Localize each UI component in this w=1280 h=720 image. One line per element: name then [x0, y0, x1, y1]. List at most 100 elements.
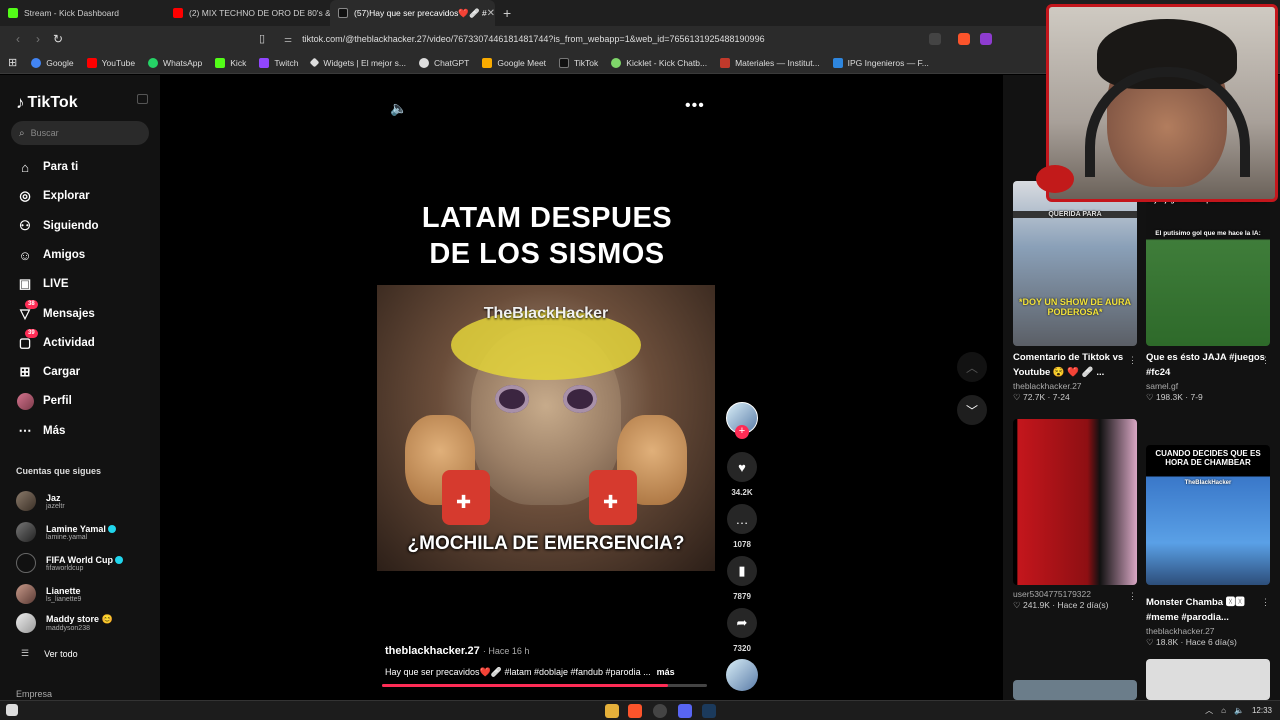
nav-cargar[interactable]: ⊞ Cargar	[16, 361, 81, 383]
following-account-lianette[interactable]: Lianette ls_lianette9	[16, 581, 81, 607]
tray-chevron-icon[interactable]: ︿	[1205, 705, 1213, 716]
previous-video-button[interactable]: ︿	[957, 352, 987, 382]
related-video-card[interactable]	[1146, 659, 1270, 700]
video-author[interactable]: theblackhacker.27 · Hace 16 h	[385, 645, 529, 657]
card-options-icon[interactable]: ⋮	[1128, 591, 1137, 602]
back-icon[interactable]: ‹	[8, 32, 28, 46]
save-button[interactable]: ▮	[727, 556, 757, 586]
bookmark-google[interactable]: Google	[31, 57, 74, 68]
brave-rewards-icon[interactable]	[980, 33, 992, 45]
search-input[interactable]: ⌕ Buscar	[11, 121, 149, 145]
file-explorer-icon[interactable]	[605, 704, 619, 718]
following-account-lamine[interactable]: Lamine Yamal lamine.yamal	[16, 519, 116, 545]
tab-tiktok-video[interactable]: (57)Hay que ser precavidos❤️🩹 # ✕	[330, 0, 495, 26]
related-video-card[interactable]: QUERIDA PARA *DOY UN SHOW DE AURA PODERO…	[1013, 181, 1137, 403]
reload-icon[interactable]: ↻	[48, 32, 68, 46]
music-disc-avatar[interactable]	[726, 659, 758, 691]
discord-icon[interactable]	[678, 704, 692, 718]
comment-button[interactable]: …	[727, 504, 757, 534]
video-user[interactable]: theblackhacker.27	[1013, 381, 1137, 391]
following-account-fifa[interactable]: FIFA World Cup fifaworldcup	[16, 550, 123, 576]
youtube-favicon-icon	[173, 8, 183, 18]
bookmark-ipg[interactable]: IPG Ingenieros — F...	[832, 57, 929, 68]
collapse-sidebar-icon[interactable]	[137, 94, 148, 104]
tab-youtube-mix[interactable]: (2) MIX TECHNO DE ORO DE 80's & 90'...	[165, 0, 330, 26]
like-button[interactable]: ♥	[727, 452, 757, 482]
card-options-icon[interactable]: ⋮	[1261, 597, 1270, 608]
card-options-icon[interactable]: ⋮	[1261, 355, 1270, 366]
brave-shield-icon[interactable]	[958, 33, 970, 45]
related-video-card[interactable]: user5304775179322 ♡ 241.9K · Hace 2 día(…	[1013, 419, 1137, 611]
video-progress-bar[interactable]	[382, 684, 707, 687]
account-name: Jaz	[46, 492, 61, 503]
nav-para-ti[interactable]: ⌂ Para ti	[16, 156, 78, 178]
video-thumbnail[interactable]: CUANDO DECIDES QUE ES HORA DE CHAMBEAR T…	[1146, 445, 1270, 585]
volume-icon[interactable]: 🔈	[390, 100, 407, 117]
video-user[interactable]: samel.gf	[1146, 381, 1270, 391]
nav-live[interactable]: ▣ LIVE	[16, 273, 69, 295]
bookmark-chatgpt[interactable]: ChatGPT	[418, 57, 469, 68]
progress-fill	[382, 684, 668, 687]
video-player[interactable]: TheBlackHacker ¿MOCHILA DE EMERGENCIA?	[377, 285, 715, 571]
apps-grid-icon[interactable]: ⊞	[8, 56, 17, 69]
related-video-card[interactable]: Voy a jugar un rato para desestrezarme* …	[1146, 181, 1270, 403]
video-thumbnail[interactable]: Voy a jugar un rato para desestrezarme* …	[1146, 181, 1270, 346]
video-thumbnail[interactable]	[1013, 680, 1137, 700]
following-account-maddy[interactable]: Maddy store 😊 maddyson238	[16, 610, 113, 636]
translate-icon[interactable]	[929, 33, 941, 45]
related-video-card[interactable]	[1013, 680, 1137, 700]
nav-mas[interactable]: ⋯ Más	[16, 420, 66, 442]
video-user[interactable]: theblackhacker.27	[1146, 626, 1270, 636]
close-tab-icon[interactable]: ✕	[487, 8, 495, 19]
activity-icon: ▢ 39	[16, 329, 38, 352]
frog-emote-icon	[1036, 165, 1074, 193]
clock[interactable]: 12:33	[1252, 706, 1272, 715]
forward-icon[interactable]: ›	[28, 32, 48, 46]
video-thumbnail[interactable]	[1146, 659, 1270, 700]
related-video-card[interactable]: CUANDO DECIDES QUE ES HORA DE CHAMBEAR T…	[1146, 445, 1270, 648]
bookmark-widgets[interactable]: Widgets | El mejor s...	[309, 58, 406, 68]
bookmark-label: Materiales — Institut...	[735, 57, 820, 68]
next-video-button[interactable]: ﹀	[957, 395, 987, 425]
site-settings-icon[interactable]: ⚌	[284, 34, 292, 45]
bookmark-kick[interactable]: Kick	[215, 57, 246, 68]
card-options-icon[interactable]: ⋮	[1128, 355, 1137, 366]
bookmark-tiktok[interactable]: TikTok	[559, 57, 598, 68]
volume-tray-icon[interactable]: 🔈	[1234, 706, 1244, 715]
bookmark-page-icon[interactable]: ▯	[259, 32, 265, 45]
bookmark-google-meet[interactable]: Google Meet	[482, 57, 546, 68]
tiktok-logo[interactable]: ♪ TikTok	[16, 93, 78, 113]
footer-empresa-link[interactable]: Empresa	[16, 689, 52, 699]
video-thumbnail[interactable]: QUERIDA PARA *DOY UN SHOW DE AURA PODERO…	[1013, 181, 1137, 346]
obs-icon[interactable]	[653, 704, 667, 718]
following-account-jaz[interactable]: Jaz jazeltr	[16, 488, 65, 514]
more-link[interactable]: más	[657, 667, 675, 677]
bookmark-whatsapp[interactable]: WhatsApp	[148, 57, 202, 68]
brave-browser-icon[interactable]	[628, 704, 642, 718]
new-tab-button[interactable]: +	[503, 5, 511, 21]
follow-plus-icon[interactable]: +	[735, 425, 749, 439]
tab-kick-dashboard[interactable]: Stream - Kick Dashboard	[0, 0, 165, 26]
video-thumbnail[interactable]	[1013, 419, 1137, 585]
address-bar[interactable]: ⚌ tiktok.com/@theblackhacker.27/video/76…	[278, 30, 998, 48]
see-all-link[interactable]: ☰ Ver todo	[21, 648, 78, 659]
video-user[interactable]: user5304775179322	[1013, 589, 1137, 599]
nav-label: LIVE	[43, 278, 69, 290]
more-options-icon[interactable]: •••	[685, 97, 705, 115]
nav-perfil[interactable]: Perfil	[16, 390, 72, 412]
bookmark-youtube[interactable]: YouTube	[86, 57, 135, 68]
nav-mensajes[interactable]: ▽ 38 Mensajes	[16, 300, 95, 325]
account-name: FIFA World Cup	[46, 554, 113, 565]
network-icon[interactable]: ⌂	[1221, 706, 1226, 715]
steam-icon[interactable]	[702, 704, 716, 718]
windows-start-icon[interactable]	[6, 704, 18, 716]
nav-explorar[interactable]: ◎ Explorar	[16, 185, 89, 207]
bookmark-kicklet[interactable]: Kicklet - Kick Chatb...	[611, 57, 707, 68]
bookmark-materiales[interactable]: Materiales — Institut...	[720, 57, 820, 68]
nav-actividad[interactable]: ▢ 39 Actividad	[16, 329, 95, 354]
bookmark-twitch[interactable]: Twitch	[259, 57, 298, 68]
nav-siguiendo[interactable]: ⚇ Siguiendo	[16, 215, 98, 237]
emergency-backpack-icon	[589, 470, 637, 525]
nav-amigos[interactable]: ☺ Amigos	[16, 244, 85, 266]
share-button[interactable]: ➦	[727, 608, 757, 638]
